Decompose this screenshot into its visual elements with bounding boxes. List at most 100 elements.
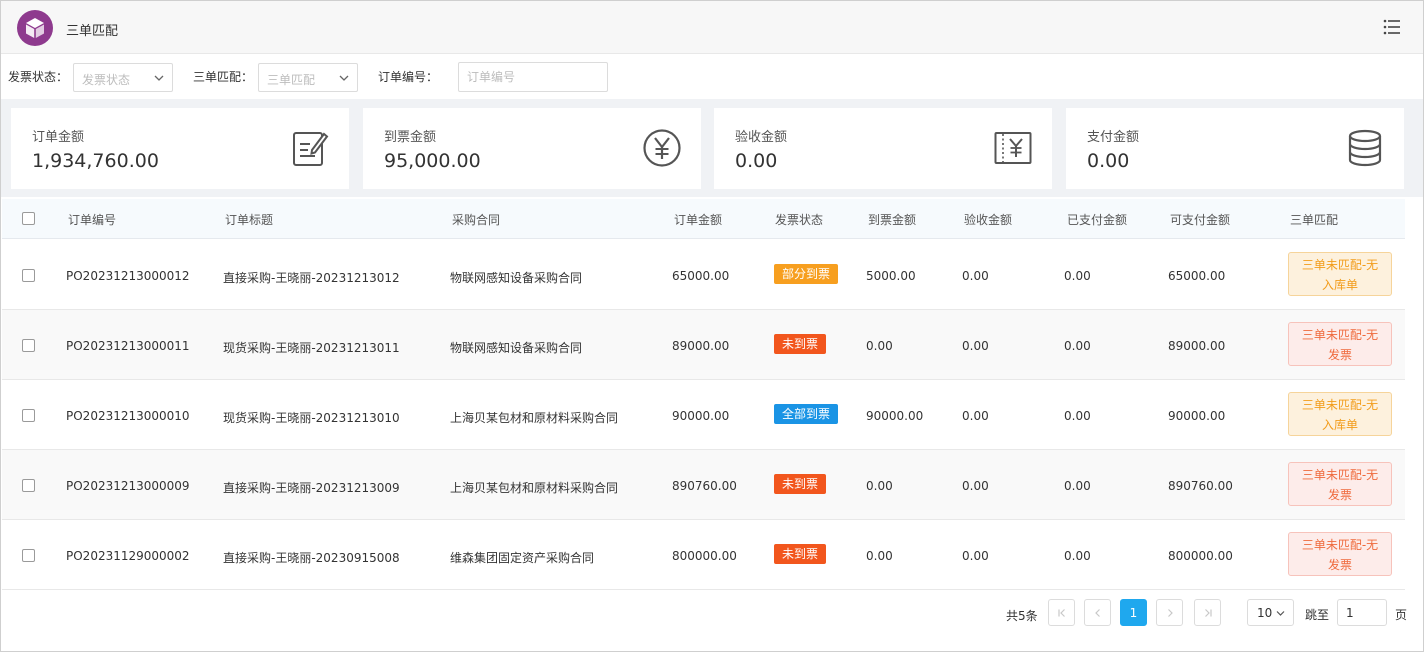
table-row[interactable]: PO20231213000011 现货采购-王晓丽-20231213011 物联… [2,310,1405,380]
column-header[interactable]: 已支付金额 [1067,211,1127,228]
order-no-cell: PO20231213000010 [66,409,190,423]
column-header[interactable]: 验收金额 [964,211,1012,228]
order-title-cell: 直接采购-王晓丽-20231213009 [223,481,400,495]
column-header[interactable]: 采购合同 [452,211,500,228]
match-status-line1: 三单未匹配-无 [1301,538,1379,552]
select-all-checkbox[interactable] [22,212,35,225]
table-row[interactable]: PO20231213000010 现货采购-王晓丽-20231213010 上海… [2,380,1405,450]
column-header[interactable]: 订单标题 [225,211,273,228]
match-status-line2: 入库单 [1321,278,1358,292]
match-status-line1: 三单未匹配-无 [1301,468,1379,482]
invoice-status-select[interactable]: 发票状态 [73,63,173,92]
list-menu-icon[interactable] [1383,18,1401,36]
three-way-match-select[interactable]: 三单匹配 [258,63,358,92]
match-status-tag: 三单未匹配-无 发票 [1288,462,1392,506]
table-row[interactable]: PO20231129000002 直接采购-王晓丽-20230915008 维森… [2,520,1405,590]
order-amount-cell: 65000.00 [672,269,730,283]
row-checkbox[interactable] [22,409,35,422]
table-row[interactable]: PO20231213000012 直接采购-王晓丽-20231213012 物联… [2,240,1405,310]
page-size-select[interactable]: 10 [1247,599,1294,626]
column-header[interactable]: 订单金额 [674,211,722,228]
jump-page-input[interactable] [1338,600,1386,625]
next-page-button[interactable] [1156,599,1183,626]
stat-card-accepted-amount: 验收金额 0.00 [714,108,1052,189]
stat-value: 1,934,760.00 [32,150,159,172]
box-icon [17,10,53,46]
first-page-button[interactable] [1048,599,1075,626]
row-checkbox[interactable] [22,339,35,352]
order-no-cell: PO20231213000012 [66,269,190,283]
order-no-label: 订单编号： [378,70,439,84]
order-amount-cell: 90000.00 [672,409,730,423]
page-size-value: 10 [1257,606,1273,620]
invoice-status-label: 发票状态： [8,70,69,84]
order-no-field[interactable] [458,62,608,92]
prev-page-button[interactable] [1084,599,1111,626]
invoice-status-badge: 部分到票 [774,264,839,284]
match-status-line2: 发票 [1327,488,1352,502]
column-header[interactable]: 三单匹配 [1290,211,1338,228]
stat-value: 0.00 [1087,150,1130,172]
invoiced-amount-cell: 0.00 [866,549,893,563]
accepted-amount-cell: 0.00 [962,339,989,353]
accepted-amount-cell: 0.00 [962,269,989,283]
jump-page-field[interactable] [1337,599,1387,626]
app-window: 三单匹配 发票状态： 发票状态 三单匹配： 三单匹配 订单编号： 订单金额 1,… [0,0,1424,652]
paid-amount-cell: 0.00 [1064,269,1091,283]
yuan-circle-icon [643,129,681,167]
match-status-line2: 发票 [1327,348,1352,362]
invoice-status-badge: 未到票 [774,544,827,564]
match-status-line1: 三单未匹配-无 [1301,328,1379,342]
row-checkbox[interactable] [22,269,35,282]
accepted-amount-cell: 0.00 [962,479,989,493]
invoice-status-badge: 全部到票 [774,404,839,424]
order-amount-cell: 890760.00 [672,479,737,493]
yuan-ticket-icon [994,132,1032,164]
stat-label: 到票金额 [384,130,437,145]
match-status-tag: 三单未匹配-无 发票 [1288,322,1392,366]
order-amount-cell: 800000.00 [672,549,737,563]
order-title-cell: 现货采购-王晓丽-20231213011 [223,341,400,355]
order-title-cell: 直接采购-王晓丽-20231213012 [223,271,400,285]
contract-cell: 维森集团固定资产采购合同 [450,551,595,565]
column-header[interactable]: 到票金额 [868,211,916,228]
contract-cell: 上海贝某包材和原材料采购合同 [450,481,619,495]
page-title: 三单匹配 [66,24,119,39]
edit-document-icon [293,132,329,166]
paid-amount-cell: 0.00 [1064,339,1091,353]
accepted-amount-cell: 0.00 [962,549,989,563]
last-page-icon [1204,608,1212,617]
order-title-cell: 现货采购-王晓丽-20231213010 [223,411,400,425]
invoice-status-badge: 未到票 [774,474,827,494]
invoice-status-placeholder: 发票状态 [82,73,131,87]
app-header: 三单匹配 [1,1,1423,54]
match-status-tag: 三单未匹配-无 入库单 [1288,252,1392,296]
chevron-left-icon [1094,608,1100,617]
pagination: 共5条 1 10 跳至 页 [1,591,1423,635]
invoiced-amount-cell: 0.00 [866,339,893,353]
order-title-cell: 直接采购-王晓丽-20230915008 [223,551,400,565]
paid-amount-cell: 0.00 [1064,409,1091,423]
row-checkbox[interactable] [22,549,35,562]
page-number-button[interactable]: 1 [1120,599,1147,626]
order-no-input[interactable] [459,63,607,91]
stat-label: 订单金额 [32,130,85,145]
row-checkbox[interactable] [22,479,35,492]
chevron-down-icon [1276,611,1285,616]
contract-cell: 上海贝某包材和原材料采购合同 [450,411,619,425]
page-suffix-label: 页 [1395,608,1408,622]
accepted-amount-cell: 0.00 [962,409,989,423]
jump-label: 跳至 [1305,608,1330,622]
column-header[interactable]: 可支付金额 [1170,211,1230,228]
total-count: 共5条 [1006,609,1038,623]
stat-label: 验收金额 [735,130,788,145]
table-row[interactable]: PO20231213000009 直接采购-王晓丽-20231213009 上海… [2,450,1405,520]
payable-amount-cell: 800000.00 [1168,549,1233,563]
first-page-icon [1057,608,1065,617]
column-header[interactable]: 订单编号 [68,211,116,228]
payable-amount-cell: 89000.00 [1168,339,1226,353]
order-amount-cell: 89000.00 [672,339,730,353]
last-page-button[interactable] [1194,599,1221,626]
match-status-line2: 入库单 [1321,418,1358,432]
column-header[interactable]: 发票状态 [775,211,823,228]
